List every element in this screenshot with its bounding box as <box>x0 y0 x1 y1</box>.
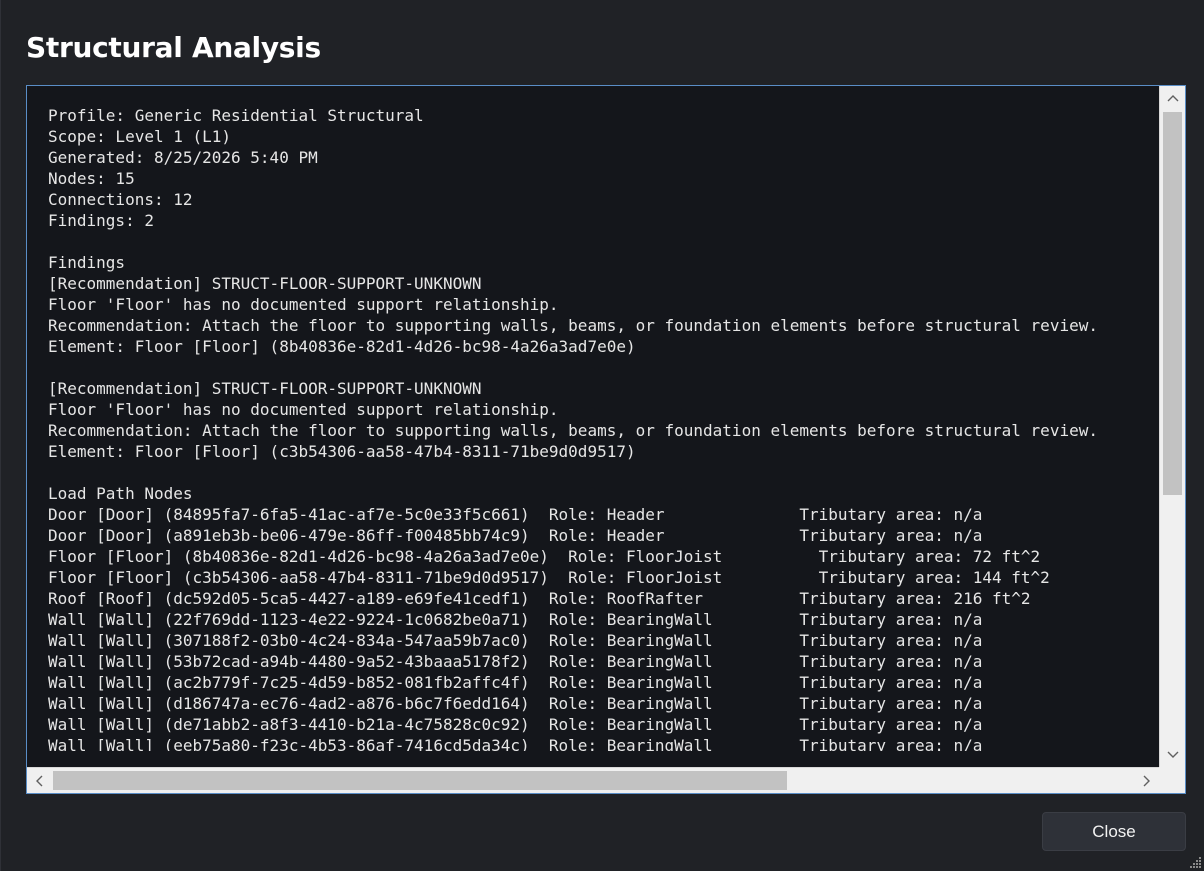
horizontal-scrollbar[interactable] <box>27 767 1159 793</box>
report-line: Connections: 12 <box>48 190 193 209</box>
vertical-scroll-thumb[interactable] <box>1163 112 1182 495</box>
chevron-right-icon <box>1143 775 1150 786</box>
horizontal-scroll-thumb[interactable] <box>53 771 787 790</box>
report-line: Floor 'Floor' has no documented support … <box>48 295 559 314</box>
report-line: Wall [Wall] (ac2b779f-7c25-4d59-b852-081… <box>48 673 983 692</box>
report-line <box>48 462 1098 483</box>
report-line: Floor [Floor] (8b40836e-82d1-4d26-bc98-4… <box>48 547 1041 566</box>
report-line: Door [Door] (a891eb3b-be06-479e-86ff-f00… <box>48 526 983 545</box>
report-line: Wall [Wall] (d186747a-ec76-4ad2-a876-b6c… <box>48 694 983 713</box>
report-line: Profile: Generic Residential Structural <box>48 106 424 125</box>
report-viewport: Profile: Generic Residential Structural S… <box>27 86 1159 751</box>
report-line: Scope: Level 1 (L1) <box>48 127 232 146</box>
scroll-up-button[interactable] <box>1160 86 1185 110</box>
report-line: Floor 'Floor' has no documented support … <box>48 400 559 419</box>
report-line: Floor [Floor] (c3b54306-aa58-47b4-8311-7… <box>48 568 1050 587</box>
report-line: Door [Door] (84895fa7-6fa5-41ac-af7e-5c0… <box>48 505 983 524</box>
report-line <box>48 231 1098 252</box>
report-line: [Recommendation] STRUCT-FLOOR-SUPPORT-UN… <box>48 274 482 293</box>
vertical-scrollbar[interactable] <box>1159 86 1185 767</box>
report-line: Wall [Wall] (22f769dd-1123-4e22-9224-1c0… <box>48 610 983 629</box>
report-line: Findings: 2 <box>48 211 154 230</box>
report-line: [Recommendation] STRUCT-FLOOR-SUPPORT-UN… <box>48 379 482 398</box>
dialog-title: Structural Analysis <box>26 31 321 64</box>
report-line <box>48 357 1098 378</box>
report-line: Generated: 8/25/2026 5:40 PM <box>48 148 318 167</box>
scroll-right-button[interactable] <box>1135 768 1159 793</box>
report-text: Profile: Generic Residential Structural S… <box>48 105 1098 751</box>
scroll-down-button[interactable] <box>1160 743 1185 767</box>
scroll-left-button[interactable] <box>27 768 51 793</box>
chevron-left-icon <box>36 775 43 786</box>
report-line: Wall [Wall] (de71abb2-a8f3-4410-b21a-4c7… <box>48 715 983 734</box>
report-line: Wall [Wall] (53b72cad-a94b-4480-9a52-43b… <box>48 652 983 671</box>
report-line: Findings <box>48 253 126 272</box>
structural-analysis-dialog: Structural Analysis Profile: Generic Res… <box>0 0 1204 871</box>
report-text-area[interactable]: Profile: Generic Residential Structural S… <box>26 85 1186 794</box>
report-line: Element: Floor [Floor] (c3b54306-aa58-47… <box>48 442 636 461</box>
chevron-up-icon <box>1167 95 1178 102</box>
scrollbar-corner <box>1159 767 1185 793</box>
resize-grip-icon[interactable] <box>1188 855 1202 869</box>
report-line: Nodes: 15 <box>48 169 135 188</box>
report-line: Wall [Wall] (eeb75a80-f23c-4b53-86af-741… <box>48 736 983 751</box>
report-line: Wall [Wall] (307188f2-03b0-4c24-834a-547… <box>48 631 983 650</box>
close-button[interactable]: Close <box>1042 812 1186 851</box>
report-line: Roof [Roof] (dc592d05-5ca5-4427-a189-e69… <box>48 589 1031 608</box>
report-line: Recommendation: Attach the floor to supp… <box>48 421 1098 440</box>
report-line: Load Path Nodes <box>48 484 193 503</box>
report-line: Element: Floor [Floor] (8b40836e-82d1-4d… <box>48 337 636 356</box>
report-line: Recommendation: Attach the floor to supp… <box>48 316 1098 335</box>
chevron-down-icon <box>1167 751 1178 758</box>
